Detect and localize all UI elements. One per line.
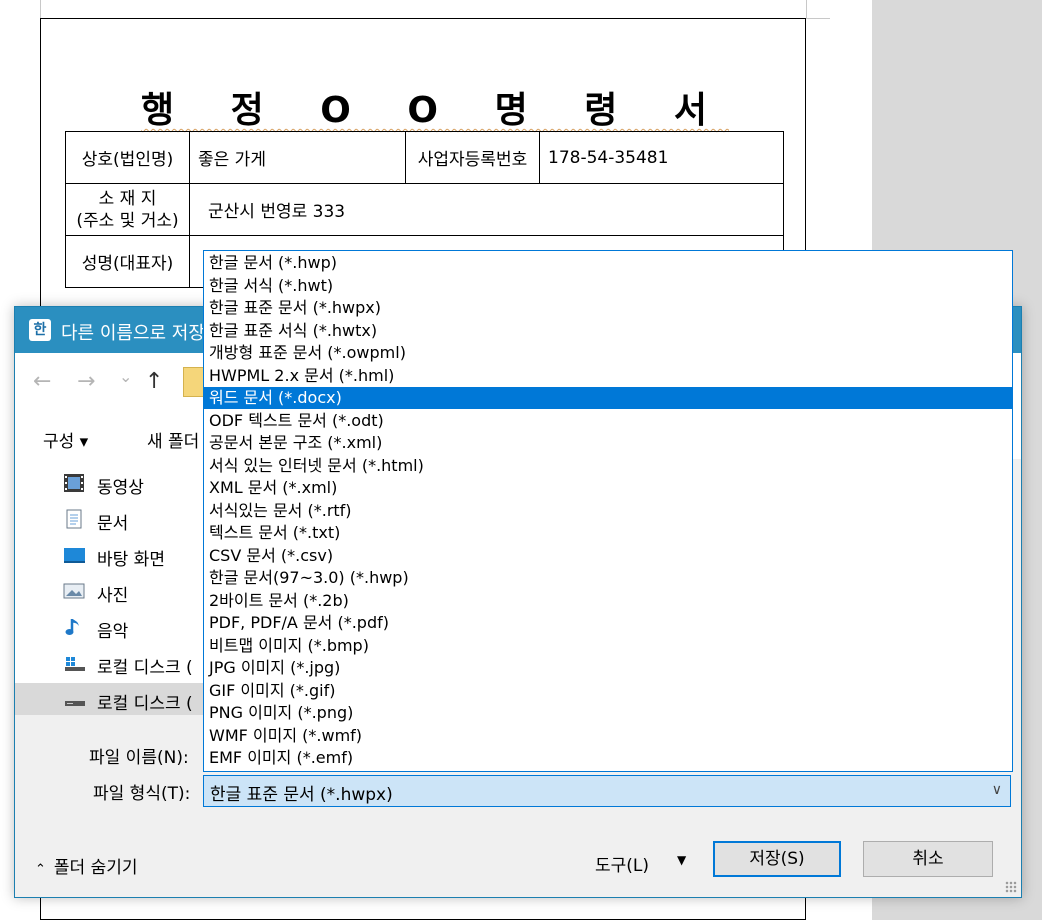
table-row: 상호(법인명) 좋은 가게 사업자등록번호 178-54-35481 <box>65 131 784 184</box>
file-type-select[interactable]: 한글 표준 문서 (*.hwpx) ∨ <box>203 775 1011 807</box>
dropdown-option[interactable]: 텍스트 문서 (*.txt) <box>204 522 1012 544</box>
dropdown-option[interactable]: GIF 이미지 (*.gif) <box>204 680 1012 702</box>
picture-icon <box>63 583 85 599</box>
video-icon <box>64 474 84 492</box>
dropdown-option[interactable]: 공문서 본문 구조 (*.xml) <box>204 432 1012 454</box>
table-cell[interactable]: 상호(법인명) <box>65 131 190 184</box>
dropdown-option[interactable]: EMF 이미지 (*.emf) <box>204 747 1012 769</box>
table-cell[interactable]: 178-54-35481 <box>539 131 784 184</box>
recent-locations-chevron-icon[interactable]: ⌄ <box>119 367 132 386</box>
dropdown-option[interactable]: 2바이트 문서 (*.2b) <box>204 590 1012 612</box>
page-guide <box>806 0 807 18</box>
back-arrow-icon[interactable]: ← <box>33 369 51 394</box>
document-icon <box>66 509 82 529</box>
dropdown-option[interactable]: CSV 문서 (*.csv) <box>204 545 1012 567</box>
caret-down-icon[interactable]: ▼ <box>677 853 686 867</box>
dropdown-option[interactable]: 서식 있는 인터넷 문서 (*.html) <box>204 455 1012 477</box>
dropdown-option[interactable]: 한글 표준 서식 (*.hwtx) <box>204 320 1012 342</box>
hangul-app-icon: 한 <box>29 319 51 341</box>
resize-grip-icon[interactable] <box>1005 881 1017 893</box>
dropdown-option[interactable]: 한글 문서 (*.hwp) <box>204 252 1012 274</box>
sidebar-item-label: 사진 <box>97 586 129 606</box>
navigation-pane: 동영상 문서 바탕 화면 사진 음악 로컬 디스크 ( 로컬 디스크 ( <box>15 459 235 715</box>
dropdown-option[interactable]: 비트맵 이미지 (*.bmp) <box>204 635 1012 657</box>
dialog-title: 다른 이름으로 저장 <box>61 323 205 344</box>
table-cell[interactable]: 좋은 가게 <box>189 131 406 184</box>
dropdown-option[interactable]: WMF 이미지 (*.wmf) <box>204 725 1012 747</box>
dropdown-option[interactable]: PDF, PDF/A 문서 (*.pdf) <box>204 612 1012 634</box>
music-icon <box>65 619 79 635</box>
chevron-down-icon: ∨ <box>991 782 1002 798</box>
hide-folders-label: 폴더 숨기기 <box>53 858 138 878</box>
sidebar-item-label: 문서 <box>97 514 129 534</box>
table-row: 소 재 지 (주소 및 거소) 군산시 번영로 333 <box>65 183 784 236</box>
sidebar-item-label: 동영상 <box>97 478 144 498</box>
dropdown-option[interactable]: HWPML 2.x 문서 (*.hml) <box>204 365 1012 387</box>
dropdown-option[interactable]: XML 문서 (*.xml) <box>204 477 1012 499</box>
dropdown-option[interactable]: JPG 이미지 (*.jpg) <box>204 657 1012 679</box>
dialog-footer: ⌃ 폴더 숨기기 도구(L) ▼ 저장(S) 취소 <box>15 841 1021 897</box>
forward-arrow-icon[interactable]: → <box>77 369 95 394</box>
dropdown-option[interactable]: 워드 문서 (*.docx) <box>204 387 1012 409</box>
table-cell[interactable]: 소 재 지 (주소 및 거소) <box>65 183 190 236</box>
page-guide <box>40 0 41 18</box>
up-arrow-icon[interactable]: ↑ <box>145 369 163 394</box>
document-title: 행 정 O O 명 령 서 <box>140 90 729 131</box>
table-cell[interactable]: 성명(대표자) <box>65 235 190 288</box>
cell-line: 소 재 지 <box>98 188 157 209</box>
dropdown-option[interactable]: 한글 표준 문서 (*.hwpx) <box>204 297 1012 319</box>
dropdown-option[interactable]: 서식있는 문서 (*.rtf) <box>204 500 1012 522</box>
sidebar-item-label: 로컬 디스크 ( <box>97 658 193 678</box>
tools-button[interactable]: 도구(L) <box>595 851 649 876</box>
cancel-button[interactable]: 취소 <box>863 841 993 877</box>
cell-line: (주소 및 거소) <box>76 210 179 231</box>
chevron-up-icon: ⌃ <box>35 862 46 877</box>
organize-button[interactable]: 구성 ▾ <box>43 427 88 452</box>
file-type-dropdown-list[interactable]: 한글 문서 (*.hwp) 한글 서식 (*.hwt) 한글 표준 문서 (*.hw… <box>203 250 1013 772</box>
new-folder-button[interactable]: 새 폴더 <box>147 427 199 452</box>
drive-icon <box>65 701 85 706</box>
dropdown-option[interactable]: ODF 텍스트 문서 (*.odt) <box>204 410 1012 432</box>
dropdown-option[interactable]: PNG 이미지 (*.png) <box>204 702 1012 724</box>
sidebar-item-local-disk[interactable]: 로컬 디스크 ( <box>15 683 235 715</box>
sidebar-item-label: 바탕 화면 <box>97 550 165 570</box>
drive-icon <box>65 657 85 671</box>
file-name-label: 파일 이름(N): <box>89 748 189 768</box>
save-button[interactable]: 저장(S) <box>713 841 841 877</box>
dropdown-option[interactable]: 한글 서식 (*.hwt) <box>204 275 1012 297</box>
dropdown-option[interactable]: 개방형 표준 문서 (*.owpml) <box>204 342 1012 364</box>
file-type-label: 파일 형식(T): <box>93 784 191 804</box>
dropdown-option[interactable]: 한글 문서(97~3.0) (*.hwp) <box>204 567 1012 589</box>
table-cell[interactable]: 사업자등록번호 <box>405 131 540 184</box>
sidebar-item-label: 로컬 디스크 ( <box>97 694 193 714</box>
page-guide <box>806 18 830 19</box>
sidebar-item-label: 음악 <box>97 622 129 642</box>
hide-folders-button[interactable]: ⌃ 폴더 숨기기 <box>35 853 138 878</box>
file-type-value: 한글 표준 문서 (*.hwpx) <box>210 785 393 805</box>
desktop-icon <box>64 548 85 563</box>
table-cell[interactable]: 군산시 번영로 333 <box>189 183 784 236</box>
